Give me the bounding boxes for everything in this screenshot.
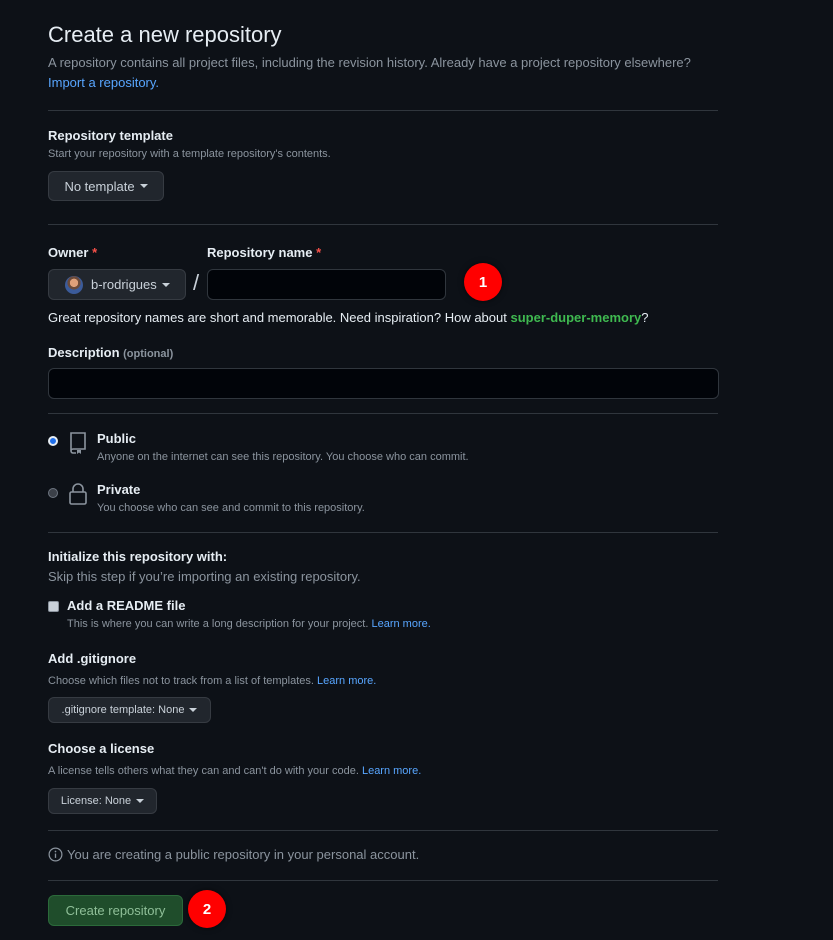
owner-dropdown-button[interactable]: b-rodrigues bbox=[48, 269, 186, 300]
optional-marker: (optional) bbox=[123, 348, 174, 360]
license-learn-more-link[interactable]: Learn more. bbox=[362, 765, 421, 777]
step-marker-2: 2 bbox=[188, 890, 226, 928]
private-radio[interactable] bbox=[48, 488, 58, 498]
owner-name: b-rodrigues bbox=[91, 277, 157, 292]
avatar bbox=[65, 275, 83, 294]
import-repository-link[interactable]: Import a repository. bbox=[48, 75, 159, 90]
init-hint: Skip this step if you’re importing an ex… bbox=[48, 569, 361, 584]
template-dropdown-button[interactable]: No template bbox=[48, 171, 164, 201]
readme-label: Add a README file bbox=[67, 598, 186, 613]
caret-down-icon bbox=[189, 708, 198, 712]
license-button-label: License: None bbox=[60, 795, 132, 807]
template-label: Repository template bbox=[48, 128, 173, 143]
owner-repo-separator: / bbox=[193, 270, 200, 295]
private-title: Private bbox=[97, 482, 141, 497]
private-description: You choose who can see and commit to thi… bbox=[97, 502, 365, 514]
info-icon bbox=[48, 847, 63, 867]
repo-book-icon bbox=[68, 431, 88, 460]
lock-icon bbox=[68, 482, 88, 511]
template-button-label: No template bbox=[64, 178, 135, 194]
caret-down-icon bbox=[139, 184, 148, 188]
description-input[interactable] bbox=[48, 368, 719, 399]
public-description: Anyone on the internet can see this repo… bbox=[97, 451, 469, 463]
gitignore-dropdown-button[interactable]: .gitignore template: None bbox=[48, 697, 211, 723]
gitignore-learn-more-link[interactable]: Learn more. bbox=[317, 675, 376, 687]
gitignore-button-label: .gitignore template: None bbox=[61, 704, 185, 716]
template-hint: Start your repository with a template re… bbox=[48, 148, 331, 160]
public-title: Public bbox=[97, 431, 137, 446]
license-description: A license tells others what they can and… bbox=[48, 765, 422, 777]
gitignore-description: Choose which files not to track from a l… bbox=[48, 675, 377, 687]
step-marker-1: 1 bbox=[464, 263, 502, 301]
public-radio[interactable] bbox=[48, 436, 58, 446]
divider bbox=[48, 110, 718, 111]
page-title: Create a new repository bbox=[48, 22, 282, 47]
readme-description: This is where you can write a long descr… bbox=[67, 618, 431, 630]
init-title: Initialize this repository with: bbox=[48, 549, 228, 564]
create-repository-button[interactable]: Create repository bbox=[48, 895, 183, 926]
gitignore-label: Add .gitignore bbox=[48, 651, 137, 666]
caret-down-icon bbox=[136, 799, 145, 803]
divider bbox=[48, 224, 718, 225]
readme-learn-more-link[interactable]: Learn more. bbox=[371, 618, 430, 630]
license-label: Choose a license bbox=[48, 741, 155, 756]
description-label: Description (optional) bbox=[48, 345, 174, 360]
divider bbox=[48, 830, 718, 831]
required-marker: * bbox=[316, 245, 322, 260]
license-dropdown-button[interactable]: License: None bbox=[48, 788, 157, 814]
divider bbox=[48, 413, 718, 414]
owner-label: Owner * bbox=[48, 245, 98, 260]
page-subtitle: A repository contains all project files,… bbox=[48, 55, 691, 70]
divider bbox=[48, 880, 718, 881]
caret-down-icon bbox=[161, 282, 170, 287]
public-notice: You are creating a public repository in … bbox=[67, 847, 420, 862]
required-marker: * bbox=[92, 245, 98, 260]
repository-name-input[interactable] bbox=[207, 269, 446, 300]
repo-name-label: Repository name * bbox=[207, 245, 322, 260]
suggested-name-link[interactable]: super-duper-memory bbox=[510, 310, 641, 325]
readme-checkbox[interactable] bbox=[48, 601, 59, 612]
name-suggestion: Great repository names are short and mem… bbox=[48, 310, 649, 325]
divider bbox=[48, 532, 718, 533]
